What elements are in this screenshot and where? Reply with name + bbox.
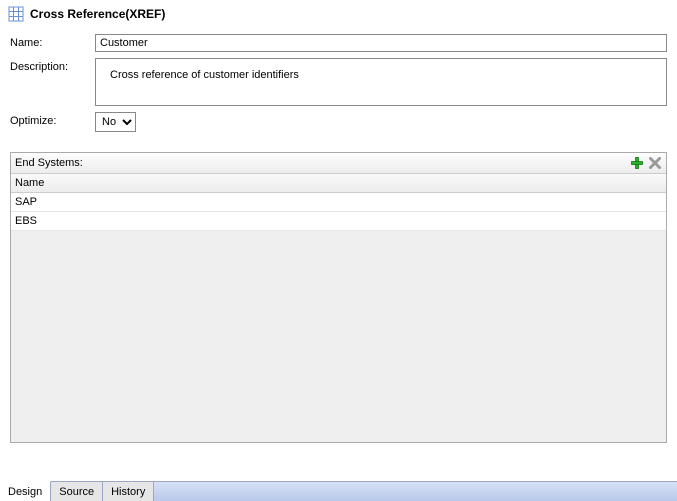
tab-history[interactable]: History xyxy=(103,482,154,501)
column-header-name[interactable]: Name xyxy=(11,174,666,193)
name-label: Name: xyxy=(10,34,95,49)
description-input[interactable] xyxy=(95,58,667,106)
table-row[interactable]: SAP xyxy=(11,193,666,212)
xref-icon xyxy=(8,6,24,22)
add-icon[interactable] xyxy=(630,156,644,170)
tab-design[interactable]: Design xyxy=(0,481,51,501)
tab-bar: Design Source History xyxy=(0,481,677,501)
optimize-label: Optimize: xyxy=(10,112,95,127)
form-area: Name: Description: Optimize: No xyxy=(0,24,677,146)
panel-title: End Systems: xyxy=(15,157,630,169)
editor-title: Cross Reference(XREF) xyxy=(30,7,165,21)
grid-body: SAP EBS xyxy=(11,193,666,442)
delete-icon[interactable] xyxy=(648,156,662,170)
optimize-select[interactable]: No xyxy=(95,112,136,132)
table-row[interactable]: EBS xyxy=(11,212,666,231)
tab-source[interactable]: Source xyxy=(51,482,103,501)
name-input[interactable] xyxy=(95,34,667,52)
editor-header: Cross Reference(XREF) xyxy=(0,0,677,24)
panel-header: End Systems: xyxy=(11,153,666,174)
description-label: Description: xyxy=(10,58,95,73)
end-systems-panel: End Systems: Name SAP EBS xyxy=(10,152,667,443)
